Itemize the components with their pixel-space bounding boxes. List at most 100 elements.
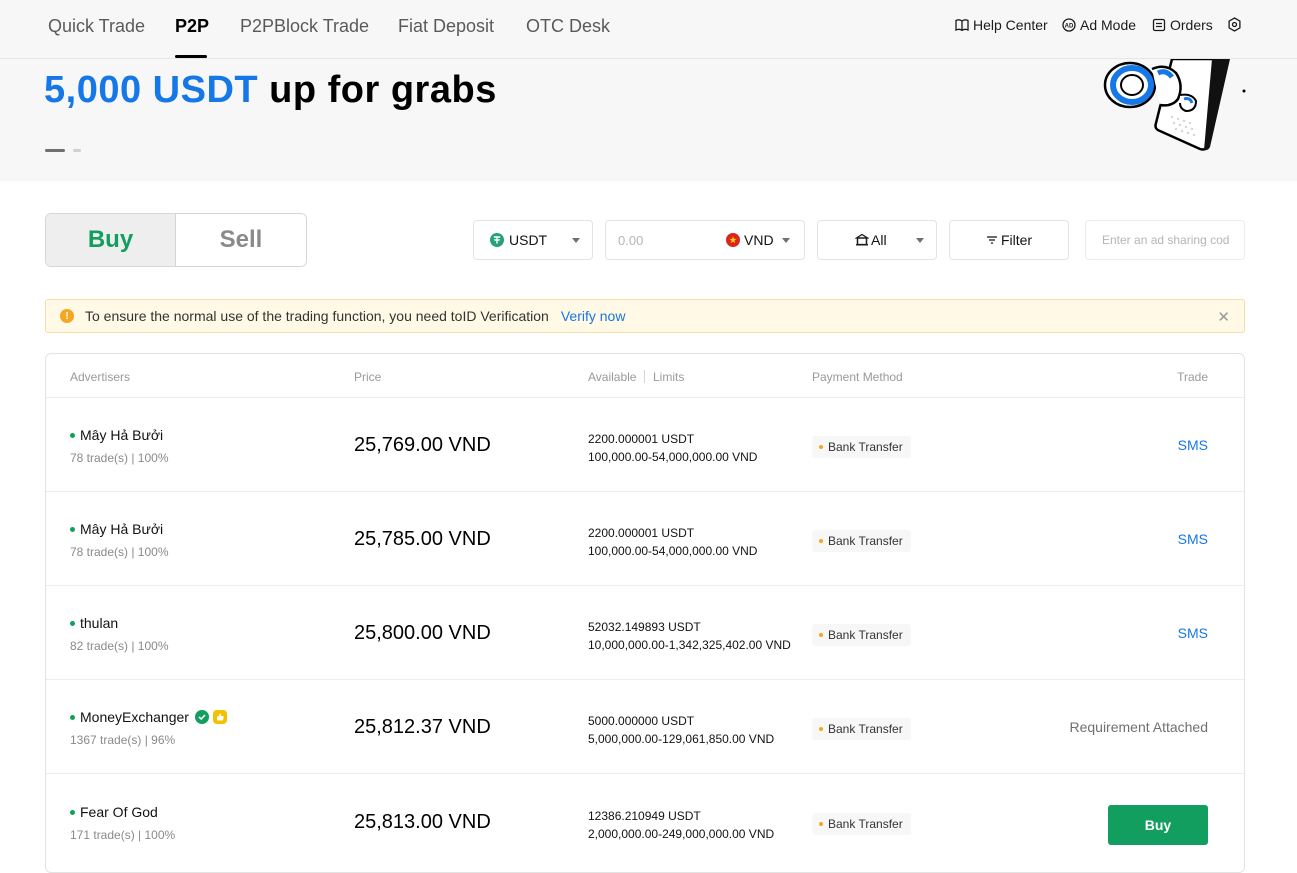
advertiser-name-text: Mây Hả Bưởi xyxy=(80,521,164,537)
payment-method-chip: Bank Transfer xyxy=(812,436,911,458)
verify-now-link[interactable]: Verify now xyxy=(561,308,626,324)
sms-link[interactable]: SMS xyxy=(1178,625,1208,641)
payment-dot xyxy=(819,822,823,826)
header-price: Price xyxy=(354,370,382,384)
warning-icon: ! xyxy=(60,309,74,323)
limit-range: 100,000.00-54,000,000.00 VND xyxy=(588,544,758,558)
banner-title: 5,000 USDT up for grabs xyxy=(44,69,497,112)
vietnam-flag-icon xyxy=(726,233,740,247)
ad-availability: 2200.000001 USDT 100,000.00-54,000,000.0… xyxy=(588,430,757,466)
payment-method-label: Bank Transfer xyxy=(828,722,903,736)
ad-price: 25,800.00 VND xyxy=(354,622,491,644)
available-amount: 12386.210949 USDT xyxy=(588,809,701,823)
crypto-select[interactable]: USDT xyxy=(473,220,593,260)
payment-method-chip: Bank Transfer xyxy=(812,530,911,552)
payment-method-label: Bank Transfer xyxy=(828,628,903,642)
online-status-dot xyxy=(70,620,75,626)
limit-range: 2,000,000.00-249,000,000.00 VND xyxy=(588,827,775,841)
chevron-down-icon xyxy=(572,238,580,243)
chevron-down-icon xyxy=(916,238,924,243)
orders-link[interactable]: Orders xyxy=(1152,17,1213,33)
sell-toggle-button[interactable]: Sell xyxy=(176,214,306,266)
advertiser-name[interactable]: thulan xyxy=(70,615,118,631)
usdt-icon xyxy=(490,233,504,247)
requirement-attached-link[interactable]: Requirement Attached xyxy=(1069,719,1208,735)
payment-method-value: All xyxy=(871,232,887,248)
ad-icon: AD xyxy=(1062,18,1076,32)
advertiser-name[interactable]: Fear Of God xyxy=(70,804,158,820)
advertiser-stats: 1367 trade(s) | 96% xyxy=(70,733,176,747)
buy-toggle-button[interactable]: Buy xyxy=(46,214,176,266)
tab-quick-trade[interactable]: Quick Trade xyxy=(48,16,145,37)
advertiser-name[interactable]: Mây Hả Bưởi xyxy=(70,427,163,443)
online-status-dot xyxy=(70,526,75,532)
amount-field[interactable]: 0.00 VND xyxy=(605,220,805,260)
gear-icon xyxy=(1228,17,1241,32)
help-center-label: Help Center xyxy=(973,17,1048,33)
sms-link[interactable]: SMS xyxy=(1178,437,1208,453)
available-amount: 2200.000001 USDT xyxy=(588,432,695,446)
advertiser-name-text: MoneyExchanger xyxy=(80,709,189,725)
tab-p2pblock-trade[interactable]: P2PBlock Trade xyxy=(240,16,369,37)
ad-code-placeholder: Enter an ad sharing cod xyxy=(1102,233,1230,247)
promo-banner[interactable]: 5,000 USDT up for grabs xyxy=(0,59,1297,181)
limit-range: 5,000,000.00-129,061,850.00 VND xyxy=(588,732,775,746)
payment-method-chip: Bank Transfer xyxy=(812,624,911,646)
verification-alert: ! To ensure the normal use of the tradin… xyxy=(45,299,1245,333)
ad-price: 25,812.37 VND xyxy=(354,716,491,738)
header-separator xyxy=(644,370,645,383)
table-row: Fear Of God 171 trade(s) | 100% 25,813.0… xyxy=(46,775,1244,869)
limit-range: 100,000.00-54,000,000.00 VND xyxy=(588,450,758,464)
payment-method-select[interactable]: All xyxy=(817,220,937,260)
crypto-select-value: USDT xyxy=(509,232,548,248)
tab-p2p[interactable]: P2P xyxy=(175,16,209,37)
svg-text:AD: AD xyxy=(1065,24,1074,30)
banner-highlight: 5,000 USDT xyxy=(44,69,259,111)
tab-otc-desk[interactable]: OTC Desk xyxy=(526,16,610,37)
thumbs-up-icon xyxy=(212,710,227,724)
carousel-indicator-active[interactable] xyxy=(45,149,65,152)
ad-mode-link[interactable]: AD Ad Mode xyxy=(1062,17,1136,33)
close-icon[interactable]: ✕ xyxy=(1217,308,1230,326)
carousel-indicator[interactable] xyxy=(73,149,81,152)
advertiser-name-text: Fear Of God xyxy=(80,804,158,820)
table-row: MoneyExchanger 1367 trade(s) | 96% 25,81… xyxy=(46,680,1244,774)
filter-button[interactable]: Filter xyxy=(949,220,1069,260)
tab-fiat-deposit[interactable]: Fiat Deposit xyxy=(398,16,494,37)
payment-dot xyxy=(819,727,823,731)
banner-title-rest: up for grabs xyxy=(258,69,497,111)
table-row: thulan 82 trade(s) | 100% 25,800.00 VND … xyxy=(46,586,1244,680)
ad-availability: 12386.210949 USDT 2,000,000.00-249,000,0… xyxy=(588,807,774,843)
fiat-select-value[interactable]: VND xyxy=(744,232,774,248)
payment-method-label: Bank Transfer xyxy=(828,440,903,454)
ad-price: 25,813.00 VND xyxy=(354,811,491,833)
advertiser-name[interactable]: MoneyExchanger xyxy=(70,709,227,725)
online-status-dot xyxy=(70,809,75,815)
header-payment-method: Payment Method xyxy=(812,370,903,384)
sms-link[interactable]: SMS xyxy=(1178,531,1208,547)
filter-button-label: Filter xyxy=(1000,232,1033,248)
amount-input[interactable]: 0.00 xyxy=(618,233,718,248)
available-amount: 52032.149893 USDT xyxy=(588,620,701,634)
buy-button[interactable]: Buy xyxy=(1108,805,1208,845)
ad-availability: 2200.000001 USDT 100,000.00-54,000,000.0… xyxy=(588,524,757,560)
advertiser-name[interactable]: Mây Hả Bưởi xyxy=(70,521,163,537)
alert-message: To ensure the normal use of the trading … xyxy=(85,308,549,324)
orders-label: Orders xyxy=(1170,17,1213,33)
advertiser-stats: 171 trade(s) | 100% xyxy=(70,828,176,842)
table-header: Advertisers Price Available Limits Payme… xyxy=(46,354,1244,398)
advertiser-name-text: thulan xyxy=(80,615,119,631)
bank-icon xyxy=(855,233,869,246)
ad-code-input[interactable]: Enter an ad sharing cod xyxy=(1085,220,1245,260)
verified-merchant-icon xyxy=(194,710,209,724)
buy-sell-toggle: Buy Sell xyxy=(45,213,307,267)
payment-dot xyxy=(819,539,823,543)
settings-button[interactable] xyxy=(1227,17,1246,32)
ad-price: 25,769.00 VND xyxy=(354,434,491,456)
orders-icon xyxy=(1152,18,1166,32)
advertiser-stats: 82 trade(s) | 100% xyxy=(70,639,169,653)
help-center-link[interactable]: Help Center xyxy=(955,17,1048,33)
payment-method-chip: Bank Transfer xyxy=(812,813,911,835)
advertiser-name-text: Mây Hả Bưởi xyxy=(80,427,164,443)
header-limits: Limits xyxy=(653,370,685,384)
